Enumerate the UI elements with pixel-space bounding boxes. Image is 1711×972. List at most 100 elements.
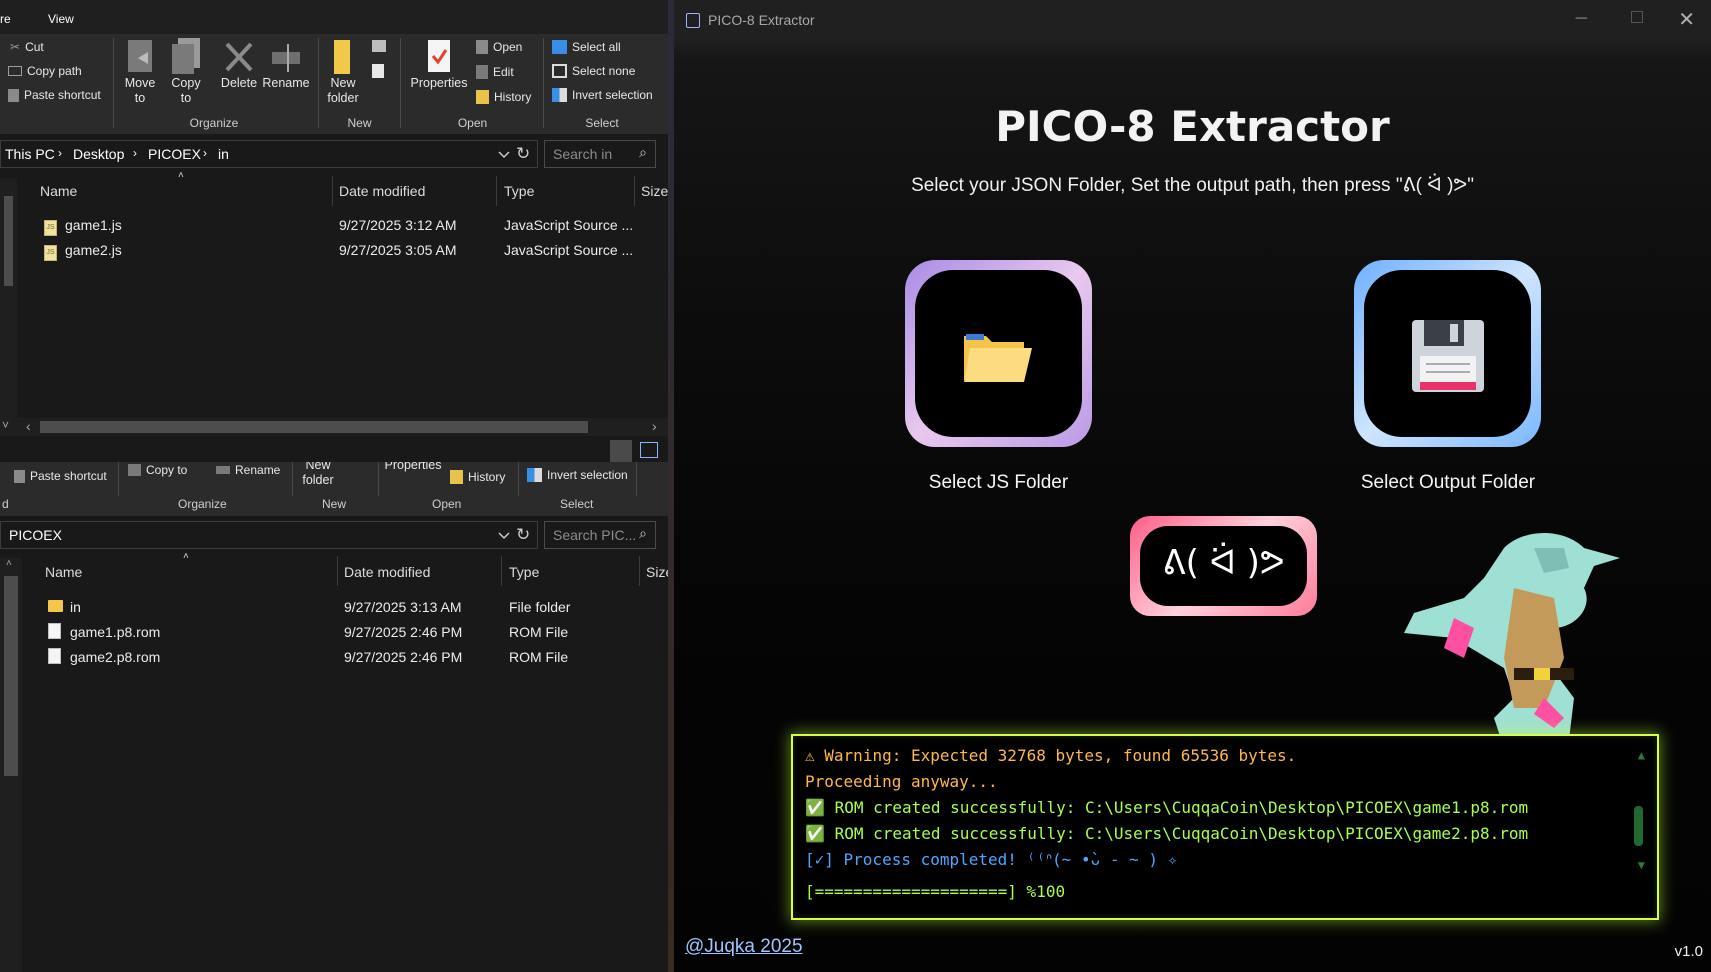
console-line-complete: [✓] Process completed! ⁽⁽ᐢ(~ •̀ᴗ - ~ ) ✧	[805, 850, 1177, 869]
new-item-icon[interactable]	[372, 40, 386, 52]
large-icons-view-icon[interactable]	[640, 442, 658, 458]
move-to-label: Move to	[124, 76, 156, 105]
version-label: v1.0	[1674, 943, 1703, 960]
select-all-button[interactable]: Select all	[552, 40, 621, 54]
breadcrumb-this-pc[interactable]: This PC	[5, 146, 55, 162]
copy-to-button[interactable]: Copy to	[128, 463, 187, 477]
move-to-button[interactable]: Move to	[120, 38, 160, 106]
menu-tab-view[interactable]: View	[48, 12, 74, 26]
properties-button[interactable]: Properties	[382, 462, 444, 473]
refresh-icon[interactable]: ↻	[516, 525, 530, 545]
console-text: [✓] Process completed! ⁽⁽ᐢ(~ •̀ᴗ - ~ ) ✧	[805, 850, 1178, 869]
file-row[interactable]: game1.p8.rom 9/27/2025 2:46 PM ROM File	[48, 623, 648, 645]
rename-button[interactable]: Rename	[262, 38, 310, 91]
breadcrumb-separator: ›	[58, 146, 62, 160]
organize-group-label: Organize	[178, 497, 227, 511]
copy-to-label: Copy to	[146, 463, 188, 477]
search-input[interactable]: Search in ⌕	[544, 140, 656, 168]
column-name[interactable]: Name	[45, 564, 82, 580]
column-name[interactable]: Name	[40, 183, 77, 199]
history-button[interactable]: History	[450, 470, 505, 484]
breadcrumb-in[interactable]: in	[218, 146, 229, 162]
address-bar[interactable]: This PC › Desktop › PICOEX › in ↻	[0, 140, 538, 168]
address-bar[interactable]: PICOEX ↻	[0, 521, 538, 549]
scroll-left-icon[interactable]: ‹	[26, 418, 31, 434]
console-text: ROM created successfully: C:\Users\Cuqqa…	[834, 824, 1529, 843]
console-scroll-thumb[interactable]	[1634, 806, 1643, 846]
breadcrumb-picoex[interactable]: PICOEX	[148, 146, 201, 162]
title-bar: PICO-8 Extractor ─ ✕	[674, 0, 1711, 40]
invert-selection-button[interactable]: Invert selection	[552, 88, 653, 102]
search-input[interactable]: Search PIC... ⌕	[544, 521, 656, 549]
rename-icon	[272, 44, 300, 72]
minimize-icon[interactable]: ─	[1576, 10, 1587, 28]
chevron-down-icon[interactable]	[498, 151, 510, 159]
rename-button[interactable]: Rename	[216, 463, 280, 477]
select-js-folder-button[interactable]	[905, 260, 1092, 447]
file-row[interactable]: JS game1.js 9/27/2025 3:12 AM JavaScript…	[44, 216, 644, 238]
cut-button[interactable]: ✂ Cut	[10, 40, 44, 54]
console-progress-line: [====================] %100	[805, 882, 1065, 901]
select-none-button[interactable]: Select none	[552, 64, 635, 78]
copy-to-icon	[172, 38, 200, 74]
new-folder-button[interactable]: New folder	[298, 462, 338, 488]
breadcrumb-desktop[interactable]: Desktop	[73, 146, 124, 162]
column-divider	[501, 556, 502, 586]
output-console: ⚠ Warning: Expected 32768 bytes, found 6…	[791, 734, 1659, 920]
open-label: Open	[493, 40, 523, 54]
file-date: 9/27/2025 2:46 PM	[344, 624, 463, 640]
check-icon: ✅	[805, 798, 825, 817]
invert-selection-button[interactable]: Invert selection	[527, 468, 628, 482]
scroll-up-icon[interactable]: ˄	[6, 558, 12, 569]
scroll-thumb[interactable]	[4, 196, 13, 286]
column-divider	[634, 176, 635, 206]
file-name: game2.js	[65, 242, 122, 258]
breadcrumb-picoex[interactable]: PICOEX	[9, 527, 62, 543]
easy-access-icon[interactable]	[372, 64, 384, 78]
select-output-folder-button[interactable]	[1354, 260, 1541, 447]
nav-scrollbar[interactable]: ˄	[0, 558, 22, 972]
history-label: History	[468, 470, 506, 484]
copy-to-button[interactable]: Copy to	[166, 38, 206, 106]
file-row[interactable]: game2.p8.rom 9/27/2025 2:46 PM ROM File	[48, 648, 648, 670]
scroll-thumb[interactable]	[4, 576, 18, 776]
file-row[interactable]: JS game2.js 9/27/2025 3:05 AM JavaScript…	[44, 241, 644, 263]
nav-scrollbar[interactable]	[0, 178, 17, 436]
column-date-modified[interactable]: Date modified	[339, 183, 425, 199]
paste-shortcut-button[interactable]: Paste shortcut	[14, 469, 107, 483]
horizontal-scrollbar[interactable]: ˅ ‹ ›	[0, 418, 668, 436]
new-folder-button[interactable]: New folder	[322, 38, 364, 106]
column-date-modified[interactable]: Date modified	[344, 564, 430, 580]
js-file-icon: JS	[44, 245, 57, 261]
refresh-icon[interactable]: ↻	[516, 144, 530, 164]
close-icon[interactable]: ✕	[1678, 7, 1695, 32]
properties-button[interactable]: Properties	[408, 38, 470, 91]
scroll-up-icon[interactable]: ▲	[1638, 748, 1645, 762]
column-size[interactable]: Size	[646, 564, 668, 580]
paste-shortcut-button[interactable]: Paste shortcut	[8, 88, 101, 102]
search-icon: ⌕	[639, 525, 647, 541]
details-view-icon[interactable]	[610, 440, 632, 464]
chevron-down-icon[interactable]: ˅	[2, 418, 9, 432]
credit-link[interactable]: @Juqka 2025	[685, 936, 803, 958]
column-size[interactable]: Size	[641, 183, 668, 199]
file-type: File folder	[509, 599, 571, 615]
delete-button[interactable]: Delete	[218, 38, 260, 91]
menu-tab-share[interactable]: re	[0, 12, 11, 26]
maximize-icon[interactable]	[1631, 11, 1643, 23]
run-extract-button[interactable]: ᕕ( ᐛ )ᕗ	[1130, 516, 1317, 616]
file-row[interactable]: in 9/27/2025 3:13 AM File folder	[48, 598, 648, 620]
scroll-right-icon[interactable]: ›	[652, 418, 657, 434]
rename-label: Rename	[262, 76, 310, 90]
column-type[interactable]: Type	[504, 183, 534, 199]
copy-path-button[interactable]: Copy path	[8, 64, 82, 78]
history-button[interactable]: History	[476, 90, 531, 104]
edit-button[interactable]: Edit	[476, 65, 514, 79]
column-type[interactable]: Type	[509, 564, 539, 580]
scroll-thumb[interactable]	[40, 421, 588, 433]
open-button[interactable]: Open	[476, 40, 522, 54]
chevron-down-icon[interactable]	[498, 532, 510, 540]
scroll-down-icon[interactable]: ▼	[1638, 858, 1645, 872]
file-name: game1.p8.rom	[70, 624, 161, 640]
check-icon: ✅	[805, 824, 825, 843]
